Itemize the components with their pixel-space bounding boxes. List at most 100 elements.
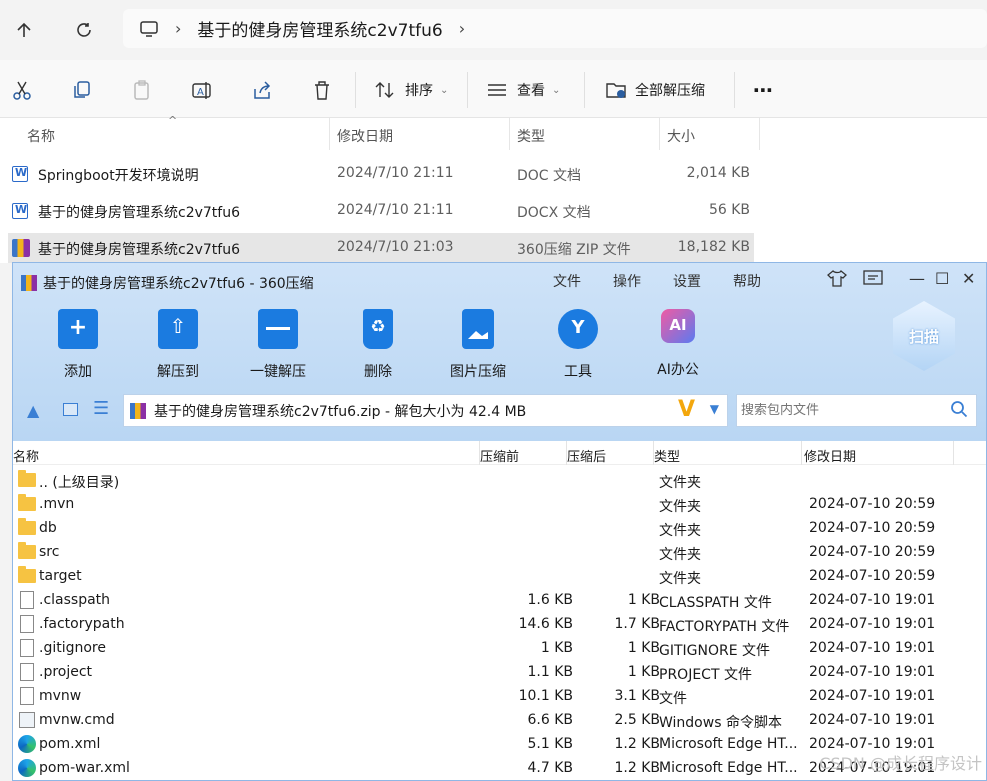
archive-row-date: 2024-07-10 19:01 [809, 640, 936, 656]
archive-row[interactable]: mvnw.cmd 6.6 KB 2.5 KB Windows 命令脚本 2024-07-… [13, 708, 986, 732]
archive-row-name: .gitignore [39, 640, 106, 656]
copy-icon[interactable] [71, 76, 93, 104]
skin-icon[interactable] [827, 269, 847, 291]
column-header-size[interactable]: 大小 [667, 126, 695, 146]
extract-to-icon: ⇧ [158, 309, 198, 349]
archive-row-name: pom-war.xml [39, 760, 130, 776]
menu-help[interactable]: 帮助 [733, 271, 761, 291]
archive-path-bar[interactable]: 基于的健身房管理系统c2v7tfu6.zip - 解包大小为 42.4 MB V… [123, 394, 728, 427]
archive-row[interactable]: .factorypath 14.6 KB 1.7 KB FACTORYPATH 文件 2… [13, 612, 986, 636]
feedback-icon[interactable] [863, 269, 883, 291]
archive-row-size-before: 10.1 KB [518, 688, 573, 704]
close-icon[interactable]: ✕ [962, 269, 975, 288]
archive-row-name: .mvn [39, 496, 75, 512]
archive-row[interactable]: db 文件夹 2024-07-10 20:59 [13, 516, 986, 540]
archive-row-name: db [39, 520, 57, 536]
ai-office-button[interactable]: AI AI办公 [638, 309, 718, 379]
archive-row[interactable]: .mvn 文件夹 2024-07-10 20:59 [13, 492, 986, 516]
column-header-after[interactable]: 压缩后 [567, 446, 606, 465]
view-button[interactable]: 查看 ⌄ [487, 76, 560, 104]
search-icon[interactable] [950, 400, 968, 422]
archive-row-date: 2024-07-10 19:01 [809, 712, 936, 728]
archive-row-date: 2024-07-10 20:59 [809, 496, 936, 512]
archive-search-input[interactable] [741, 403, 941, 418]
cut-icon[interactable] [11, 76, 33, 104]
delete-button[interactable]: ♻ 删除 [338, 309, 418, 381]
more-options-icon[interactable]: ⋯ [753, 76, 773, 104]
archive-row-size-after: 1 KB [627, 592, 660, 608]
column-header-name[interactable]: 名称 [13, 446, 39, 465]
sort-icon [375, 80, 395, 100]
menu-file[interactable]: 文件 [553, 271, 581, 291]
archive-row[interactable]: .gitignore 1 KB 1 KB GITIGNORE 文件 2024-07-10… [13, 636, 986, 660]
file-row[interactable]: 基于的健身房管理系统c2v7tfu6 2024/7/10 21:11 DOCX … [8, 196, 754, 226]
archive-row-type: FACTORYPATH 文件 [659, 619, 790, 635]
column-header-before[interactable]: 压缩前 [480, 446, 519, 465]
one-click-extract-button[interactable]: 一键解压 [238, 309, 318, 381]
maximize-icon[interactable]: ☐ [935, 269, 949, 288]
archive-row[interactable]: target 文件夹 2024-07-10 20:59 [13, 564, 986, 588]
thumbnail-view-icon[interactable] [63, 403, 78, 416]
extract-to-button[interactable]: ⇧ 解压到 [138, 309, 218, 381]
extract-all-button[interactable]: 全部解压缩 [605, 76, 705, 104]
share-icon[interactable] [251, 76, 273, 104]
archive-row[interactable]: .project 1.1 KB 1 KB PROJECT 文件 2024-07-10 1… [13, 660, 986, 684]
delete-icon[interactable] [311, 76, 333, 104]
archive-row-size-before: 14.6 KB [518, 616, 573, 632]
sort-button[interactable]: 排序 ⌄ [375, 76, 448, 104]
breadcrumb-folder[interactable]: 基于的健身房管理系统c2v7tfu6 [197, 16, 442, 41]
column-header-date[interactable]: 修改日期 [804, 446, 856, 465]
archive-row[interactable]: .classpath 1.6 KB 1 KB CLASSPATH 文件 2024-07-… [13, 588, 986, 612]
archive-row-name: .project [39, 664, 93, 680]
column-header-date[interactable]: 修改日期 [337, 126, 393, 146]
rename-icon[interactable]: A [191, 76, 213, 104]
menu-settings[interactable]: 设置 [673, 271, 701, 291]
archive-search-box[interactable] [736, 394, 977, 427]
file-icon [20, 639, 34, 657]
ai-icon: AI [661, 309, 695, 343]
archive-row-size-after: 3.1 KB [614, 688, 661, 704]
minimize-icon[interactable]: — [909, 269, 925, 288]
menu-operation[interactable]: 操作 [613, 271, 641, 291]
column-header-name[interactable]: 名称 [27, 126, 55, 146]
column-header-type[interactable]: 类型 [654, 446, 680, 465]
explorer-file-list: 名称 ^ 修改日期 类型 大小 Springboot开发环境说明 2024/7/… [0, 114, 987, 263]
address-bar[interactable]: › 基于的健身房管理系统c2v7tfu6 › [123, 9, 987, 48]
archive-row-type: Microsoft Edge HT... [659, 736, 798, 752]
image-compress-button[interactable]: 图片压缩 [438, 309, 518, 381]
file-row[interactable]: Springboot开发环境说明 2024/7/10 21:11 DOC 文档 … [8, 159, 754, 189]
chevron-right-icon[interactable]: › [459, 19, 465, 38]
refresh-icon[interactable] [68, 14, 100, 46]
one-click-extract-icon [258, 309, 298, 349]
folder-icon [18, 542, 36, 559]
archive-row-type: GITIGNORE 文件 [659, 643, 771, 659]
dropdown-arrow-icon[interactable]: ▼ [710, 402, 719, 416]
archive-row-type: 文件夹 [659, 547, 701, 563]
up-level-icon[interactable]: ▲ [27, 401, 39, 420]
column-header-type[interactable]: 类型 [517, 126, 545, 146]
archive-row[interactable]: src 文件夹 2024-07-10 20:59 [13, 540, 986, 564]
folder-icon [18, 566, 36, 583]
archive-row-type: Windows 命令脚本 [659, 715, 782, 731]
archive-row-type: 文件夹 [659, 499, 701, 515]
archive-row[interactable]: .. (上级目录) 文件夹 [13, 468, 986, 492]
archive-row-date: 2024-07-10 19:01 [809, 592, 936, 608]
explorer-nav-bar: › 基于的健身房管理系统c2v7tfu6 › [0, 0, 987, 60]
add-button[interactable]: + 添加 [38, 309, 118, 381]
archive-row-name: mvnw [39, 688, 82, 704]
archive-row-name: .classpath [39, 592, 111, 608]
up-arrow-icon[interactable] [8, 14, 40, 46]
tools-button[interactable]: Y 工具 [538, 309, 618, 381]
archive-row-size-after: 1 KB [627, 640, 660, 656]
archive-row[interactable]: mvnw 10.1 KB 3.1 KB 文件 2024-07-10 19:01 [13, 684, 986, 708]
archive-row-name: pom.xml [39, 736, 101, 752]
scan-button[interactable]: 扫描 [893, 301, 955, 371]
list-view-icon[interactable]: ☰ [93, 398, 109, 419]
archive-row-size-before: 6.6 KB [527, 712, 574, 728]
archive-row-name: mvnw.cmd [39, 712, 115, 728]
archive-row-size-after: 1.7 KB [614, 616, 661, 632]
file-row-selected[interactable]: 基于的健身房管理系统c2v7tfu6 2024/7/10 21:03 360压缩… [8, 233, 754, 263]
zip-window-header: 基于的健身房管理系统c2v7tfu6 - 360压缩 文件 操作 设置 帮助 —… [13, 263, 986, 441]
file-icon [20, 687, 34, 705]
paste-icon [131, 76, 153, 104]
